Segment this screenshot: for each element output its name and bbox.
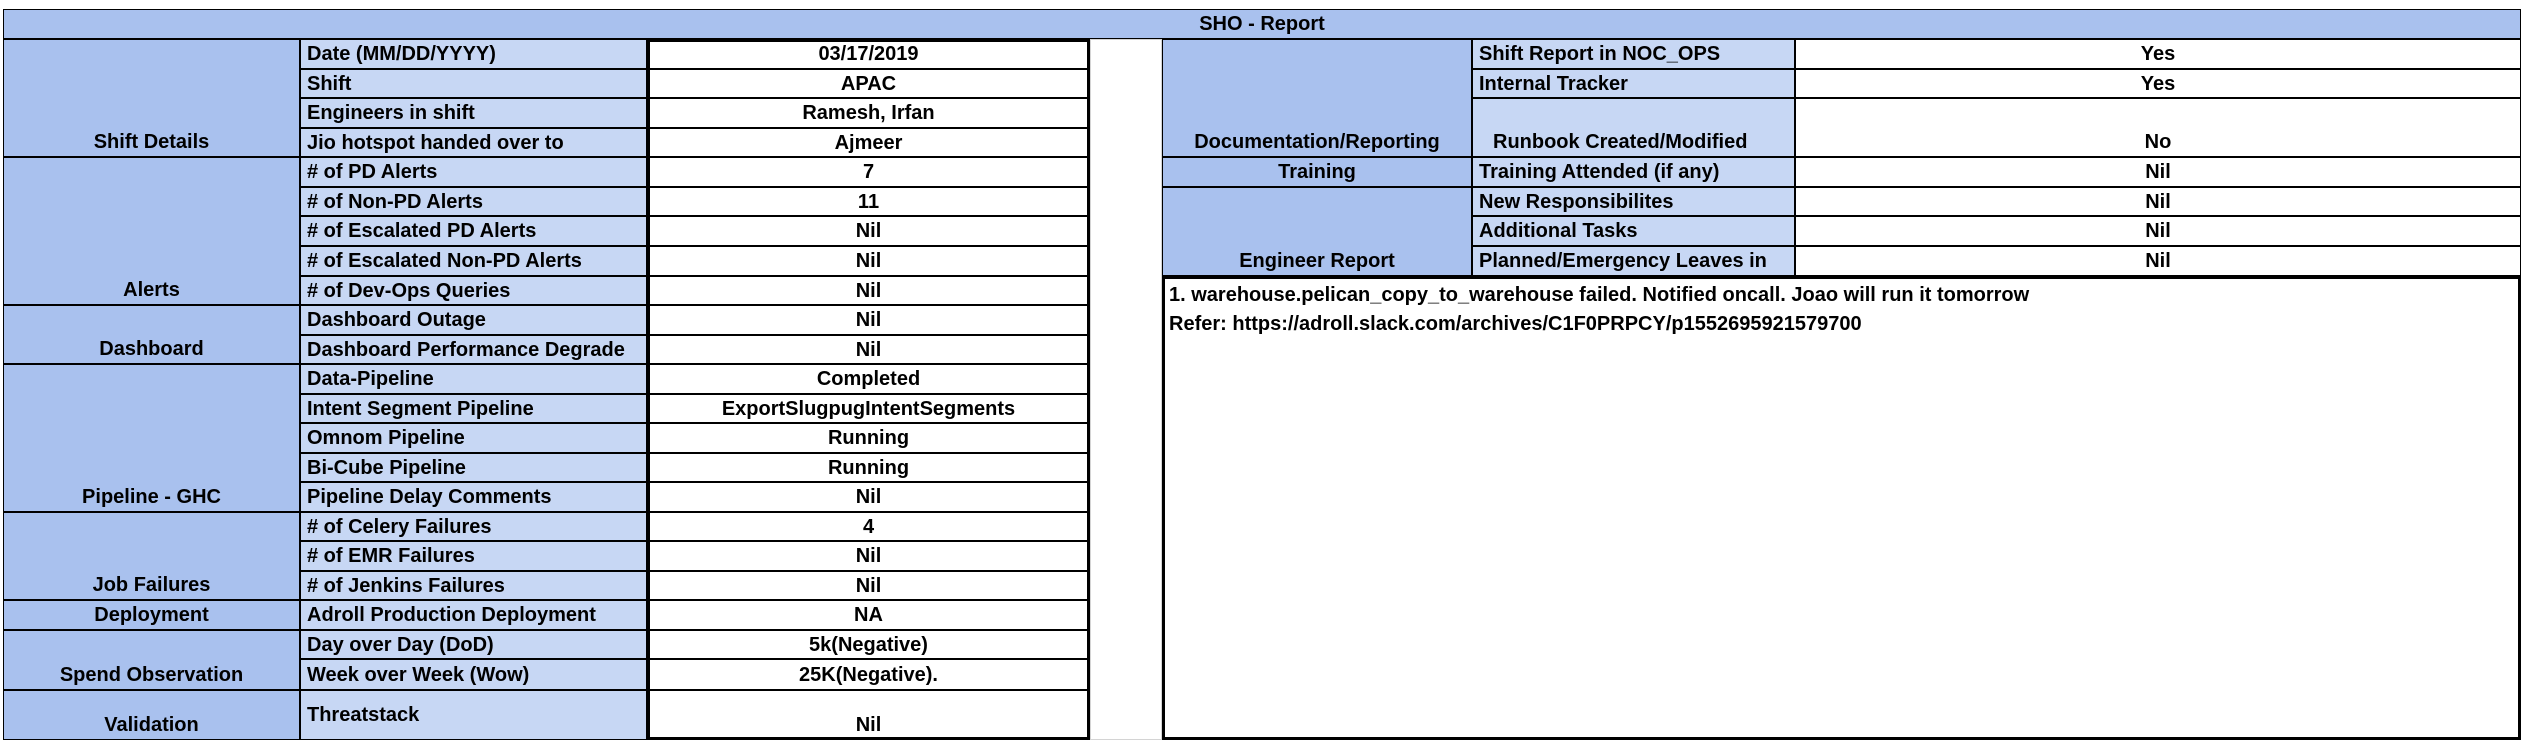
row-value[interactable]: ExportSlugpugIntentSegments: [647, 394, 1090, 423]
row-value[interactable]: 7: [647, 157, 1090, 187]
row-value[interactable]: No: [1795, 98, 2521, 157]
row-label[interactable]: Date (MM/DD/YYYY): [300, 39, 647, 69]
row-value[interactable]: NA: [647, 600, 1090, 630]
row-label[interactable]: Week over Week (Wow): [300, 659, 647, 690]
group-label[interactable]: Deployment: [3, 600, 300, 630]
row-label[interactable]: Runbook Created/Modified: [1472, 98, 1795, 157]
row-value[interactable]: Nil: [647, 305, 1090, 335]
engineer-notes[interactable]: 1. warehouse.pelican_copy_to_warehouse f…: [1162, 276, 2521, 740]
row-label[interactable]: Threatstack: [300, 690, 647, 740]
row-label[interactable]: # of Escalated Non-PD Alerts: [300, 246, 647, 276]
spreadsheet: SHO - Report Shift Details Date (MM/DD/YY…: [0, 0, 2524, 748]
group-label[interactable]: Validation: [3, 690, 300, 740]
row-value[interactable]: 25K(Negative).: [647, 659, 1090, 690]
row-label[interactable]: # of Escalated PD Alerts: [300, 216, 647, 246]
row-label[interactable]: New Responsibilites: [1472, 187, 1795, 216]
group-label[interactable]: Job Failures: [3, 512, 300, 600]
row-label[interactable]: Bi-Cube Pipeline: [300, 453, 647, 482]
group-label[interactable]: Pipeline - GHC: [3, 364, 300, 512]
row-value[interactable]: Nil: [647, 482, 1090, 512]
notes-line: Refer: https://adroll.slack.com/archives…: [1169, 313, 1862, 335]
row-label[interactable]: Shift: [300, 69, 647, 98]
row-value[interactable]: Nil: [647, 276, 1090, 305]
row-label[interactable]: Data-Pipeline: [300, 364, 647, 394]
row-label[interactable]: Planned/Emergency Leaves in: [1472, 246, 1795, 276]
row-value[interactable]: Nil: [647, 690, 1090, 740]
row-value[interactable]: Nil: [647, 335, 1090, 364]
row-value[interactable]: Nil: [647, 541, 1090, 571]
row-value[interactable]: 4: [647, 512, 1090, 541]
row-value[interactable]: Nil: [647, 216, 1090, 246]
notes-line: 1. warehouse.pelican_copy_to_warehouse f…: [1169, 284, 2030, 306]
row-value[interactable]: 03/17/2019: [647, 39, 1090, 69]
row-value[interactable]: Running: [647, 453, 1090, 482]
row-value[interactable]: 11: [647, 187, 1090, 216]
row-label[interactable]: # of Jenkins Failures: [300, 571, 647, 600]
row-value[interactable]: Nil: [647, 246, 1090, 276]
group-label[interactable]: Shift Details: [3, 39, 300, 157]
row-label[interactable]: Dashboard Outage: [300, 305, 647, 335]
report-title[interactable]: SHO - Report: [3, 9, 2521, 39]
row-value[interactable]: Nil: [647, 571, 1090, 600]
group-label[interactable]: Alerts: [3, 157, 300, 305]
row-label[interactable]: # of EMR Failures: [300, 541, 647, 571]
row-label[interactable]: Training Attended (if any): [1472, 157, 1795, 187]
group-label[interactable]: Spend Observation: [3, 630, 300, 690]
group-label[interactable]: Documentation/Reporting: [1162, 39, 1472, 157]
group-label[interactable]: Dashboard: [3, 305, 300, 364]
row-value[interactable]: Nil: [1795, 157, 2521, 187]
row-label[interactable]: Shift Report in NOC_OPS: [1472, 39, 1795, 69]
row-label[interactable]: Intent Segment Pipeline: [300, 394, 647, 423]
row-value[interactable]: Yes: [1795, 69, 2521, 98]
row-label[interactable]: Day over Day (DoD): [300, 630, 647, 659]
row-label[interactable]: # of Dev-Ops Queries: [300, 276, 647, 305]
row-label[interactable]: Engineers in shift: [300, 98, 647, 128]
row-value[interactable]: 5k(Negative): [647, 630, 1090, 659]
row-value[interactable]: Nil: [1795, 246, 2521, 276]
row-value[interactable]: Ajmeer: [647, 128, 1090, 157]
row-value[interactable]: Yes: [1795, 39, 2521, 69]
row-value[interactable]: Nil: [1795, 216, 2521, 246]
row-label[interactable]: Omnom Pipeline: [300, 423, 647, 453]
row-label[interactable]: Dashboard Performance Degrade: [300, 335, 647, 364]
row-value[interactable]: APAC: [647, 69, 1090, 98]
spacer-column: [1090, 39, 1162, 740]
row-label[interactable]: Adroll Production Deployment: [300, 600, 647, 630]
row-label[interactable]: # of Non-PD Alerts: [300, 187, 647, 216]
group-label[interactable]: Training: [1162, 157, 1472, 187]
row-value[interactable]: Ramesh, Irfan: [647, 98, 1090, 128]
row-label[interactable]: Jio hotspot handed over to: [300, 128, 647, 157]
row-value[interactable]: Nil: [1795, 187, 2521, 216]
row-value[interactable]: Running: [647, 423, 1090, 453]
group-label[interactable]: Engineer Report: [1162, 187, 1472, 276]
row-label[interactable]: Additional Tasks: [1472, 216, 1795, 246]
row-value[interactable]: Completed: [647, 364, 1090, 394]
row-label[interactable]: # of Celery Failures: [300, 512, 647, 541]
row-label[interactable]: Pipeline Delay Comments: [300, 482, 647, 512]
row-label[interactable]: # of PD Alerts: [300, 157, 647, 187]
row-label[interactable]: Internal Tracker: [1472, 69, 1795, 98]
